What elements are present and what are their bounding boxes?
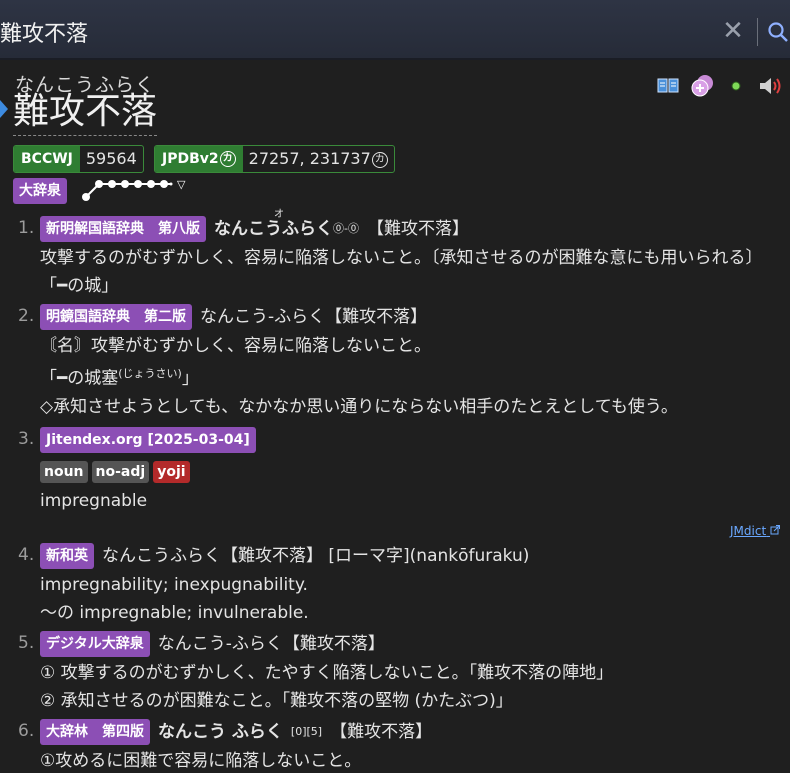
pitch-accent-row: 大辞泉 ▽ [13,177,195,205]
definition-item: 6. 大辞林 第四版 なんこう ふらく [0][5] 【難攻不落】 ①攻めるに困… [0,717,790,773]
definition-text: 〘名〙攻撃がむずかしく、容易に陥落しないこと。 [40,336,431,356]
search-icon [768,22,788,42]
definition-list: 1. 新明解国語辞典 第八版 なんこうふらく オ ⓪-⓪ 【難攻不落】 攻撃する… [0,209,790,773]
definition-text: ① 攻撃するのがむずかしく、たやすく陥落しないこと。「難攻不落の陣地」 [40,662,614,683]
play-audio-button[interactable] [758,74,782,98]
definition-text: ② 承知させるのが困難なこと。「難攻不落の堅物 (かたぶつ)」 [40,690,513,711]
definition-headword: なんこう ふらく [158,721,283,742]
definition-text: impregnable [40,490,148,511]
search-bar: ✕ [0,0,790,60]
definition-headword: なんこう-ふらく【難攻不落】 [200,307,428,327]
clear-search-button[interactable]: ✕ [720,18,746,44]
tag-list: noun no-adj yoji [40,457,790,485]
dictionary-tag[interactable]: 明鏡国語辞典 第二版 [40,304,192,330]
pitch-dict-tag[interactable]: 大辞泉 [13,178,67,204]
definition-item: 4. 新和英 なんこうふらく【難攻不落】 [ローマ字](nankōfuraku)… [0,541,790,627]
definition-item: 3. Jitendex.org [2025-03-04] noun no-adj y… [0,425,790,541]
ruby-text: オ [274,209,284,220]
pos-tag[interactable]: no-adj [91,460,150,483]
view-dictionary-button[interactable] [656,74,680,98]
term-headword[interactable]: 難攻不落 [13,90,158,136]
definition-number: 6. [18,720,35,741]
dictionary-tag[interactable]: 新明解国語辞典 第八版 [40,216,206,242]
definition-kanji: 【難攻不落】 [366,219,469,239]
frequency-dict-name: JPDBv2 カ [155,146,243,172]
pos-tag[interactable]: noun [40,460,88,483]
book-icon [657,78,679,93]
definition-number: 5. [18,632,35,653]
status-indicator [724,74,748,98]
definition-text: 攻撃するのがむずかしく、容易に陥落しないこと。〔承知させるのが困難な意にも用いら… [40,248,763,268]
add-note-icon [691,75,713,97]
dictionary-tag[interactable]: Jitendex.org [2025-03-04] [40,426,256,453]
definition-example: 「━の城」 [40,276,119,296]
definition-number: 2. [18,306,35,326]
audio-icon [760,78,781,94]
accent-marker: ⓪-⓪ [333,222,359,235]
pos-tag[interactable]: yoji [153,460,190,483]
definition-item: 1. 新明解国語辞典 第八版 なんこうふらく オ ⓪-⓪ 【難攻不落】 攻撃する… [0,209,790,300]
accent-marker: [0][5] [290,724,323,738]
search-button[interactable] [766,20,790,44]
frequency-dict-name: BCCWJ [14,146,80,172]
search-input[interactable] [0,12,700,52]
definition-headword: なんこうふらく【難攻不落】 [ローマ字](nankōfuraku) [102,545,530,566]
definition-headword: なんこう-ふらく【難攻不落】 [157,633,385,654]
definition-number: 1. [18,218,35,238]
dictionary-tag[interactable]: 大辞林 第四版 [40,718,150,745]
entry-marker [0,100,8,118]
entry-actions [656,74,782,98]
external-link-icon [770,524,780,535]
definition-note: ◇承知させようとしても、なかなか思い通りにならない相手のたとえとしても使う。 [40,396,678,417]
definition-example: 「━の城塞(じょうさい)」 [40,367,199,389]
pitch-graph: ▽ [82,178,186,201]
svg-text:▽: ▽ [177,178,186,191]
add-note-button[interactable] [690,74,714,98]
definition-text: 〜の impregnable; invulnerable. [40,602,309,623]
dictionary-tag[interactable]: デジタル大辞泉 [40,630,150,657]
frequency-value: 59564 [85,149,137,168]
frequency-tag-jpdb[interactable]: JPDBv2 カ 27257, 231737 カ [154,145,395,173]
definition-text: ①攻めるに困難で容易に陥落しないこと。 [40,750,362,771]
definition-text: impregnability; inexpugnability. [40,574,308,595]
definition-item: 5. デジタル大辞泉 なんこう-ふらく【難攻不落】 ① 攻撃するのがむずかしく、… [0,629,790,715]
status-dot-icon [731,81,741,91]
frequency-value: 27257, 231737 カ [243,146,394,172]
definition-number: 3. [18,428,35,449]
divider [757,18,758,46]
definition-kanji: 【難攻不落】 [330,721,433,742]
frequency-tag-bccwj[interactable]: BCCWJ 59564 [13,145,144,173]
definition-item: 2. 明鏡国語辞典 第二版 なんこう-ふらく【難攻不落】 〘名〙攻撃がむずかしく… [0,302,790,421]
dictionary-tag[interactable]: 新和英 [40,542,94,569]
definition-number: 4. [18,544,35,565]
